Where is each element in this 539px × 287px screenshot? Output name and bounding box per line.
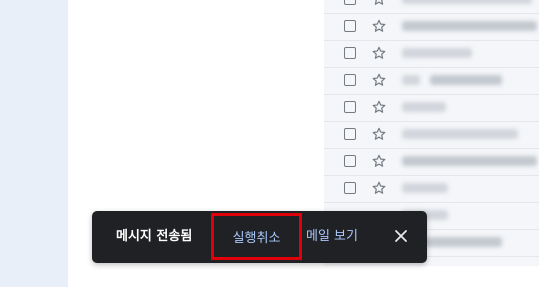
checkbox-icon[interactable] [344, 74, 356, 86]
checkbox-icon[interactable] [344, 0, 356, 5]
blurred-sender [402, 75, 420, 85]
checkbox-icon[interactable] [344, 20, 356, 32]
star-outline-icon[interactable] [370, 125, 388, 143]
star-outline-icon[interactable] [370, 179, 388, 197]
blurred-sender [402, 48, 472, 58]
mail-row[interactable] [324, 41, 539, 68]
checkbox-icon[interactable] [344, 128, 356, 140]
sent-snackbar: 메시지 전송됨 실행취소 메일 보기 [92, 211, 427, 263]
left-navigation-rail [0, 0, 68, 287]
mail-row[interactable] [324, 95, 539, 122]
star-outline-icon[interactable] [370, 0, 388, 8]
blurred-sender [402, 0, 532, 4]
star-outline-icon[interactable] [370, 44, 388, 62]
mail-row[interactable] [324, 14, 539, 41]
snackbar-message: 메시지 전송됨 [116, 229, 193, 244]
star-outline-icon[interactable] [370, 17, 388, 35]
checkbox-icon[interactable] [344, 182, 356, 194]
view-message-button[interactable]: 메일 보기 [306, 211, 358, 263]
close-icon[interactable] [390, 225, 412, 247]
blurred-sender [402, 156, 537, 166]
checkbox-icon[interactable] [344, 101, 356, 113]
blurred-sender [402, 129, 518, 139]
mail-row[interactable] [324, 0, 539, 14]
blurred-sender [402, 102, 446, 112]
star-outline-icon[interactable] [370, 98, 388, 116]
mail-row[interactable] [324, 68, 539, 95]
mail-row[interactable] [324, 122, 539, 149]
undo-button[interactable]: 실행취소 [211, 213, 302, 260]
blurred-sender [430, 75, 502, 85]
mail-row[interactable] [324, 176, 539, 203]
checkbox-icon[interactable] [344, 47, 356, 59]
blurred-sender [402, 183, 448, 193]
star-outline-icon[interactable] [370, 71, 388, 89]
mail-row[interactable] [324, 149, 539, 176]
star-outline-icon[interactable] [370, 152, 388, 170]
checkbox-icon[interactable] [344, 155, 356, 167]
blurred-sender [402, 21, 537, 31]
